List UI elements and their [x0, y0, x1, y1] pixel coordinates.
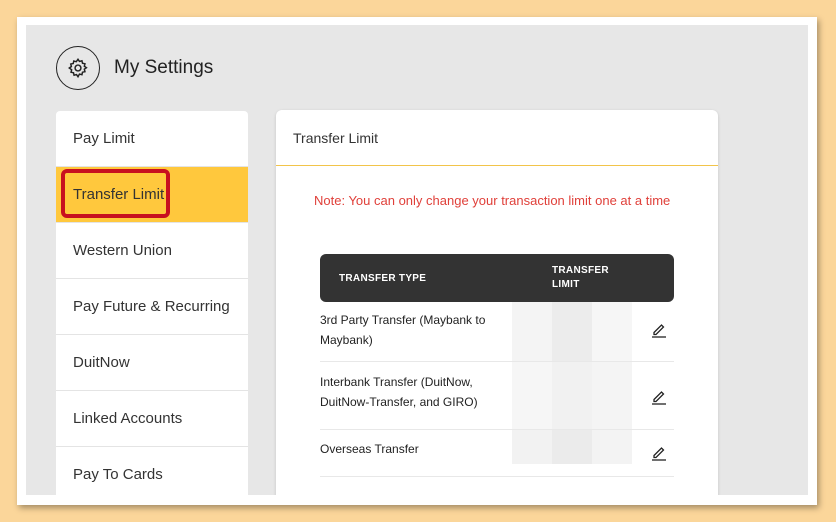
sidebar-item-duitnow[interactable]: DuitNow [56, 335, 248, 391]
sidebar-item-label: Linked Accounts [73, 410, 183, 427]
transfer-type-label: 3rd Party Transfer (Maybank to Maybank) [320, 313, 486, 347]
page-header: My Settings [56, 44, 213, 92]
redacted-limit [512, 302, 632, 361]
sidebar-item-linked-accounts[interactable]: Linked Accounts [56, 391, 248, 447]
sidebar-item-pay-future-recurring[interactable]: Pay Future & Recurring [56, 279, 248, 335]
sidebar-item-pay-limit[interactable]: Pay Limit [56, 111, 248, 167]
table-row: Interbank Transfer (DuitNow, DuitNow-Tra… [320, 362, 674, 430]
redacted-limit [512, 430, 632, 464]
column-header-type: TRANSFER TYPE [339, 273, 427, 284]
settings-icon-button[interactable] [56, 46, 100, 90]
sidebar-item-pay-to-cards[interactable]: Pay To Cards [56, 447, 248, 495]
transfer-type-label: Interbank Transfer (DuitNow, DuitNow-Tra… [320, 375, 478, 409]
transfer-limit-table: TRANSFER TYPE TRANSFER LIMIT 3rd Party T… [320, 254, 674, 477]
sidebar-item-label: Pay To Cards [73, 466, 163, 483]
sidebar-item-label: DuitNow [73, 354, 130, 371]
settings-sidebar: Pay Limit Transfer Limit Western Union P… [56, 111, 248, 495]
sidebar-item-label: Pay Limit [73, 130, 135, 147]
gear-icon [68, 58, 88, 79]
limit-note: Note: You can only change your transacti… [314, 193, 671, 208]
edit-icon[interactable] [650, 443, 668, 461]
redacted-limit [512, 362, 632, 429]
screenshot-frame: My Settings Pay Limit Transfer Limit Wes… [17, 17, 817, 505]
sidebar-item-label: Transfer Limit [73, 186, 165, 203]
page-title: My Settings [114, 57, 214, 78]
sidebar-item-transfer-limit[interactable]: Transfer Limit [56, 167, 248, 223]
table-row: 3rd Party Transfer (Maybank to Maybank) [320, 302, 674, 362]
settings-app: My Settings Pay Limit Transfer Limit Wes… [26, 25, 808, 495]
edit-icon[interactable] [650, 387, 668, 405]
edit-icon[interactable] [650, 320, 668, 338]
transfer-type-label: Overseas Transfer [320, 442, 419, 456]
table-header: TRANSFER TYPE TRANSFER LIMIT [320, 254, 674, 302]
sidebar-item-label: Western Union [73, 242, 172, 259]
sidebar-item-western-union[interactable]: Western Union [56, 223, 248, 279]
sidebar-item-label: Pay Future & Recurring [73, 298, 230, 315]
transfer-limit-panel: Transfer Limit Note: You can only change… [276, 110, 718, 495]
panel-title: Transfer Limit [276, 110, 718, 166]
column-header-limit: TRANSFER LIMIT [552, 265, 609, 290]
table-row: Overseas Transfer [320, 430, 674, 477]
